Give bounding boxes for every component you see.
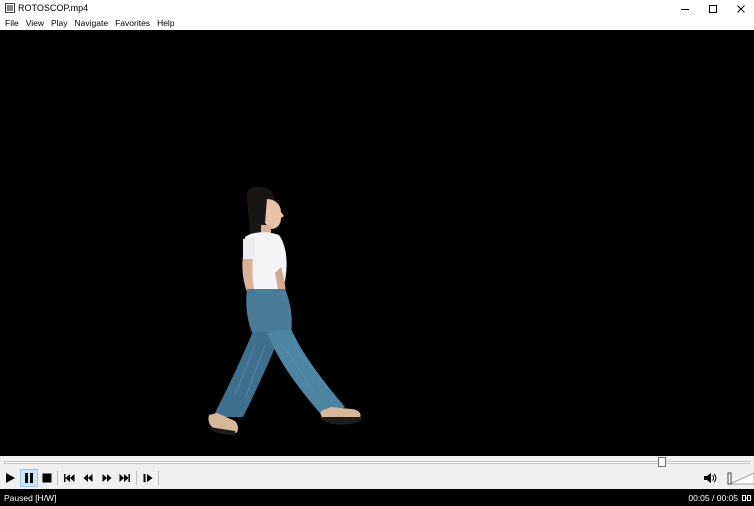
- seek-thumb[interactable]: [658, 457, 666, 467]
- next-icon: [119, 474, 130, 482]
- fast-forward-button[interactable]: [98, 469, 116, 487]
- mute-button[interactable]: [701, 469, 719, 487]
- menu-bar: File View Play Navigate Favorites Help: [0, 17, 754, 30]
- close-icon: [737, 4, 745, 13]
- menu-navigate[interactable]: Navigate: [72, 17, 112, 30]
- previous-button[interactable]: [60, 469, 78, 487]
- volume-thumb: [727, 472, 732, 485]
- video-area[interactable]: [0, 30, 754, 456]
- connection-icon: [742, 495, 751, 501]
- rewind-button[interactable]: [79, 469, 97, 487]
- stop-icon: [42, 473, 52, 483]
- minimize-icon: [681, 8, 689, 10]
- toolbar-separator: [57, 471, 58, 485]
- menu-view[interactable]: View: [23, 17, 47, 30]
- play-icon: [6, 473, 15, 483]
- speaker-icon: [704, 473, 717, 483]
- stop-button[interactable]: [38, 469, 56, 487]
- playback-toolbar: [0, 468, 754, 489]
- window-title: ROTOSCOP.mp4: [18, 3, 89, 13]
- pause-button[interactable]: [20, 469, 38, 487]
- maximize-icon: [709, 4, 717, 13]
- status-bar: Paused [H/W] 00:05 / 00:05: [0, 489, 754, 506]
- minimize-button[interactable]: [671, 0, 699, 17]
- menu-favorites[interactable]: Favorites: [112, 17, 153, 30]
- previous-icon: [64, 474, 75, 482]
- time-display: 00:05 / 00:05: [688, 493, 738, 503]
- film-icon: [5, 3, 15, 13]
- close-button[interactable]: [727, 0, 754, 17]
- rewind-icon: [83, 474, 93, 482]
- pause-icon: [25, 473, 33, 483]
- menu-file[interactable]: File: [2, 17, 22, 30]
- fast-forward-icon: [102, 474, 112, 482]
- maximize-button[interactable]: [699, 0, 727, 17]
- walking-woman-figure: [207, 186, 361, 435]
- title-bar: ROTOSCOP.mp4: [0, 0, 754, 17]
- play-button[interactable]: [1, 469, 19, 487]
- menu-help[interactable]: Help: [154, 17, 177, 30]
- playback-status: Paused [H/W]: [4, 493, 57, 503]
- seek-track[interactable]: [4, 461, 750, 464]
- toolbar-separator: [158, 471, 159, 485]
- toolbar-separator: [136, 471, 137, 485]
- frame-step-icon: [143, 474, 153, 482]
- volume-slider[interactable]: [723, 470, 754, 486]
- next-button[interactable]: [116, 469, 134, 487]
- seek-bar[interactable]: [0, 456, 754, 468]
- frame-step-button[interactable]: [139, 469, 157, 487]
- menu-play[interactable]: Play: [48, 17, 71, 30]
